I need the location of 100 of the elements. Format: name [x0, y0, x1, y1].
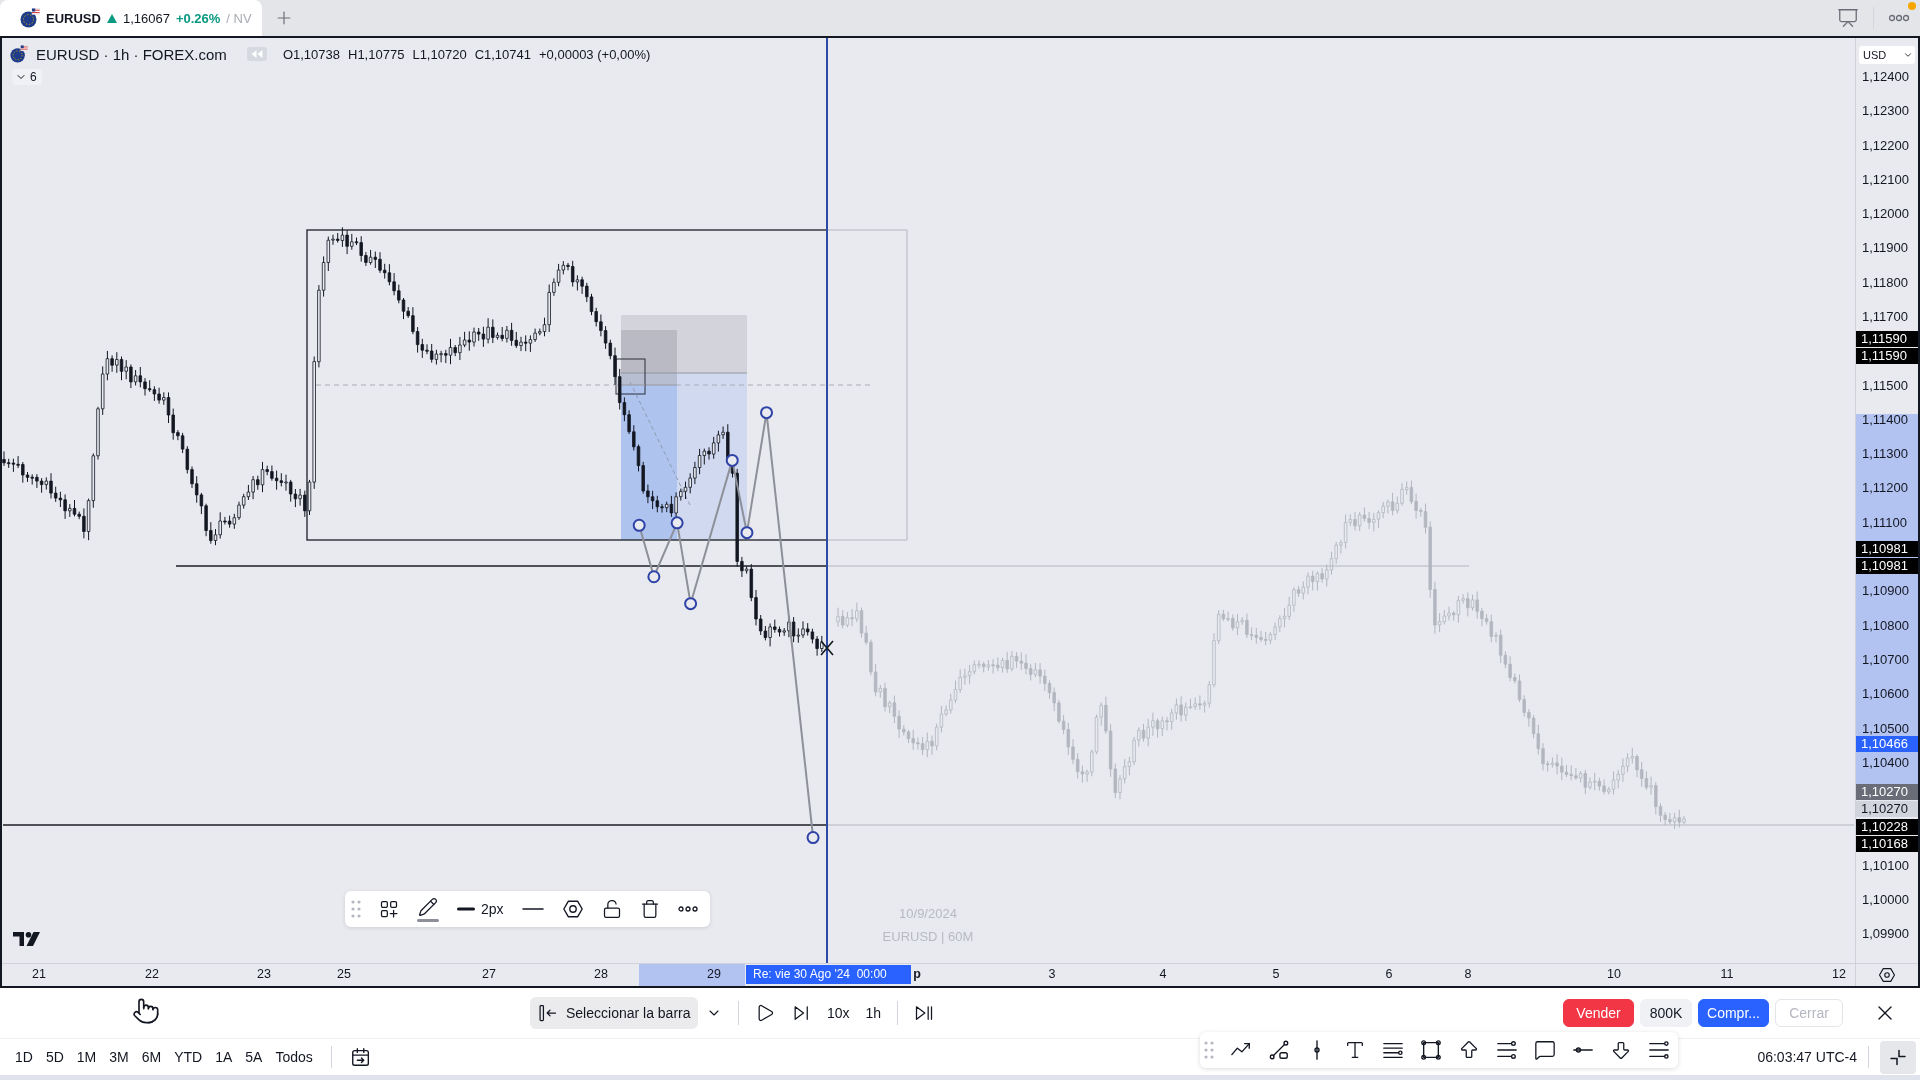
price-tick: 1,10900 — [1862, 584, 1909, 599]
price-tick: 1,12100 — [1862, 172, 1909, 187]
currency-flag-icon — [10, 45, 28, 63]
time-tick: p — [913, 967, 921, 982]
horizontal-line[interactable] — [2, 824, 1855, 826]
time-tick: 6 — [1385, 967, 1393, 982]
range-button[interactable]: 1M — [76, 1049, 97, 1065]
more-icon[interactable] — [677, 906, 698, 912]
price-tick: 1,11100 — [1862, 515, 1908, 530]
corner-arrows-icon[interactable] — [1880, 1040, 1916, 1074]
price-tick: 1,12400 — [1862, 70, 1909, 84]
price-label: 1,10270 — [1856, 801, 1918, 817]
select-bar-button[interactable]: Seleccionar la barra — [530, 997, 698, 1029]
range-button[interactable]: 1A — [215, 1049, 233, 1065]
hexagon-ring-icon[interactable] — [561, 898, 584, 920]
short-position-tool[interactable] — [615, 315, 748, 540]
buy-button[interactable]: Compr... — [1698, 999, 1769, 1027]
line-color-button[interactable] — [417, 896, 439, 922]
price-label: 1,11590 — [1856, 348, 1918, 364]
price-tick: 1,11800 — [1862, 275, 1909, 290]
trash-icon[interactable] — [639, 899, 660, 919]
price-tick: 1,12200 — [1862, 138, 1909, 153]
time-tick: 27 — [482, 967, 496, 982]
tab-symbol: EURUSD — [46, 10, 101, 26]
price-label: 1,10270 — [1856, 784, 1918, 800]
arrow-up-icon[interactable] — [1458, 1039, 1480, 1061]
clock-text[interactable]: 06:03:47 UTC-4 — [1757, 1049, 1857, 1065]
currency-select[interactable]: USD — [1859, 46, 1915, 64]
chevron-down-icon — [1903, 50, 1913, 60]
price-label: 1,10168 — [1856, 836, 1918, 852]
range-button[interactable]: YTD — [174, 1049, 203, 1065]
time-tick: 29 — [707, 967, 721, 982]
price-tick: 1,10100 — [1862, 858, 1909, 873]
price-tick: 1,11300 — [1862, 447, 1909, 462]
price-tick: 1,10500 — [1862, 721, 1909, 736]
sell-button[interactable]: Vender — [1563, 999, 1634, 1027]
line-width-button[interactable]: 2px — [457, 901, 504, 917]
price-label: 1,10981 — [1856, 558, 1918, 574]
arrow-down-icon[interactable] — [1610, 1039, 1632, 1061]
indicators-toggle[interactable]: 6 — [12, 69, 42, 85]
tab-price: 1,16067 — [122, 10, 170, 26]
chart-tab[interactable]: EURUSD 1,16067 +0.26% / NV — [0, 0, 262, 36]
time-cursor-label: Re: vie 30 Ago '24 00:00 — [746, 965, 911, 984]
skip-to-end-icon[interactable] — [914, 1003, 935, 1023]
parallel-lines-icon[interactable] — [1648, 1039, 1670, 1061]
quantity-button[interactable]: 800K — [1640, 999, 1692, 1027]
price-label: 1,10466 — [1856, 736, 1918, 752]
range-button[interactable]: 5A — [245, 1049, 263, 1065]
time-tick: 4 — [1159, 967, 1167, 982]
pencil-icon — [418, 896, 438, 917]
range-button[interactable]: 3M — [109, 1049, 129, 1065]
price-label: 1,10228 — [1856, 819, 1918, 835]
hand-cursor-icon — [132, 997, 160, 1025]
grip-icon[interactable] — [351, 900, 361, 918]
zigzag-pattern[interactable] — [632, 406, 820, 845]
range-button[interactable]: 6M — [141, 1049, 162, 1065]
ohlc-value: C1,10741 — [474, 46, 531, 62]
interval-button[interactable]: 1h — [865, 1005, 882, 1021]
unlock-icon[interactable] — [601, 899, 622, 919]
range-button[interactable]: 5D — [45, 1049, 64, 1065]
color-swatch-icon — [417, 918, 439, 922]
price-tick: 1,10600 — [1862, 687, 1909, 702]
thick-line-icon — [457, 907, 475, 911]
grip-icon[interactable] — [1204, 1041, 1214, 1059]
horizontal-line[interactable] — [175, 565, 1470, 567]
symbol-title[interactable]: EURUSD · 1h · FOREX.com — [36, 45, 227, 63]
range-button[interactable]: 1D — [15, 1049, 33, 1065]
channel-icon[interactable] — [1496, 1039, 1518, 1061]
range-button[interactable]: Todos — [275, 1049, 313, 1065]
price-tick: 1,11500 — [1862, 378, 1909, 393]
grid-plus-icon[interactable] — [379, 899, 399, 919]
price-tick: 1,11200 — [1862, 481, 1909, 496]
select-bar-icon — [538, 1003, 558, 1023]
price-tick: 1,09900 — [1862, 927, 1909, 942]
rectangle-icon[interactable] — [1420, 1039, 1442, 1061]
tab-exchange: / NV — [226, 10, 252, 26]
time-tick: 21 — [32, 967, 46, 982]
screen-icon[interactable] — [1837, 7, 1859, 29]
speech-bubble-icon[interactable] — [1534, 1039, 1556, 1061]
price-change: +0,00003 (+0,00%) — [539, 46, 651, 62]
price-tick: 1,11700 — [1862, 310, 1909, 324]
time-tick: 3 — [1048, 967, 1056, 982]
ohlc-value: H1,10775 — [348, 46, 405, 62]
line-style-icon[interactable] — [521, 907, 544, 911]
price-tick: 1,11400 — [1862, 412, 1909, 427]
settings-icon[interactable] — [1878, 966, 1896, 984]
speed-button[interactable]: 10x — [827, 1005, 850, 1021]
time-tick: 28 — [594, 967, 608, 982]
currency-flag-icon — [20, 8, 40, 28]
price-tick: 1,11900 — [1862, 241, 1909, 256]
ohlc-value: L1,10720 — [412, 46, 467, 62]
price-tick: 1,12000 — [1862, 207, 1909, 222]
line-nodes-icon[interactable] — [1268, 1039, 1290, 1061]
text-icon[interactable] — [1344, 1039, 1366, 1061]
time-tick: 5 — [1272, 967, 1280, 982]
price-tick: 1,10400 — [1862, 755, 1909, 770]
price-tick: 1,10700 — [1862, 652, 1909, 667]
time-tick: 8 — [1464, 967, 1472, 982]
time-tick: 10 — [1607, 967, 1621, 982]
tab-change: +0.26% — [175, 10, 221, 26]
